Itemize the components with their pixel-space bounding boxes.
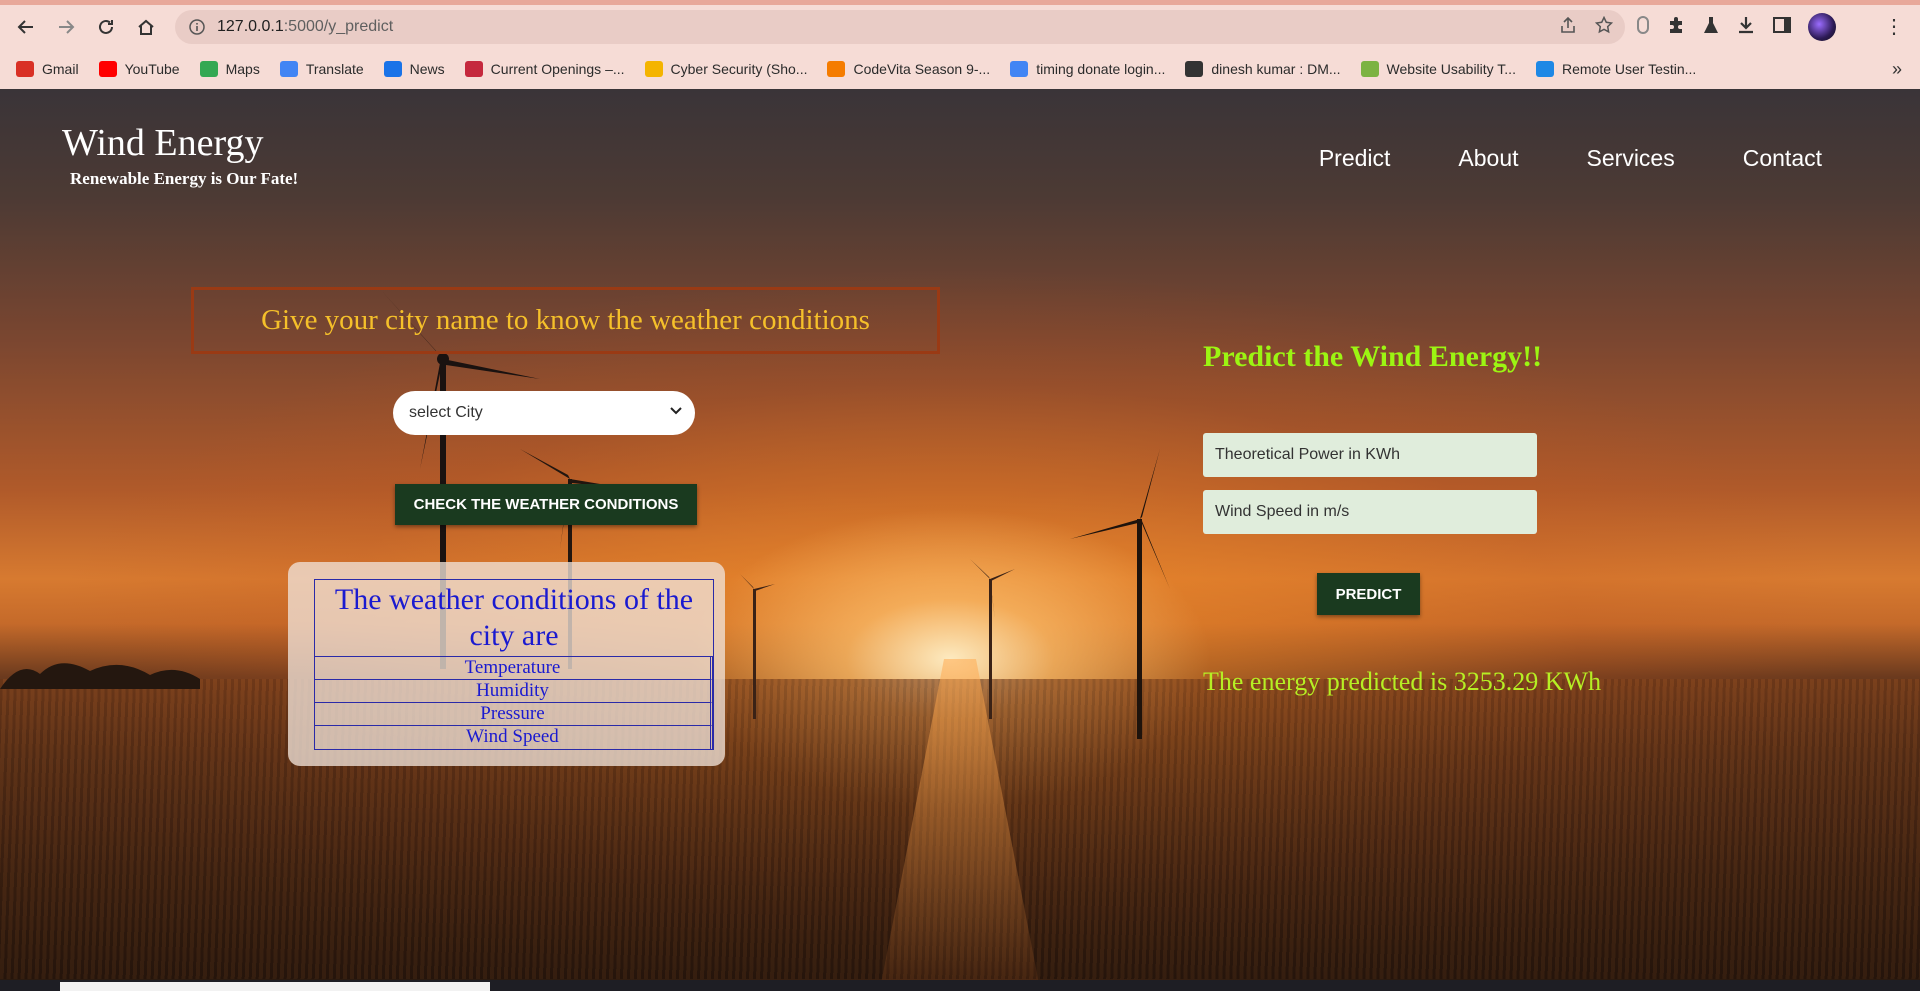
bookmark-item[interactable]: timing donate login... [1010, 61, 1165, 77]
bookmark-label: News [409, 61, 445, 77]
home-icon[interactable] [126, 7, 166, 47]
bookmark-label: Current Openings –... [490, 61, 625, 77]
predict-title: Predict the Wind Energy!! [1203, 340, 1543, 373]
labs-flask-icon[interactable] [1702, 15, 1720, 40]
wind-speed-input[interactable]: Wind Speed in m/s [1203, 490, 1537, 534]
omnibox-actions [1559, 10, 1614, 44]
weather-table: The weather conditions of the city are T… [314, 579, 714, 750]
tree-line-illustration [0, 663, 200, 689]
taskbar-search[interactable] [60, 982, 490, 991]
globe-icon [1185, 61, 1204, 77]
weather-row-humidity: Humidity [315, 680, 713, 703]
maps-icon [199, 61, 218, 77]
weather-table-heading: The weather conditions of the city are [315, 580, 713, 657]
bookmark-item[interactable]: Website Usability T... [1360, 61, 1516, 77]
check-weather-button[interactable]: CHECK THE WEATHER CONDITIONS [395, 484, 697, 525]
bookmark-label: Translate [305, 61, 364, 77]
extension-ring-icon[interactable] [1636, 15, 1650, 40]
os-taskbar [0, 980, 1920, 991]
forward-icon[interactable] [46, 7, 86, 47]
bookmark-label: Gmail [42, 61, 79, 77]
bookmark-star-icon[interactable] [1594, 15, 1614, 39]
bookmark-item[interactable]: News [383, 61, 445, 77]
news-icon [383, 61, 402, 77]
brand-title: Wind Energy [62, 122, 264, 164]
address-bar[interactable]: 127.0.0.1:5000/y_predict [175, 10, 1625, 44]
youtube-icon [98, 61, 117, 77]
weather-row-temperature: Temperature [315, 657, 713, 680]
reload-icon[interactable] [86, 7, 126, 47]
bookmarks-bar: Gmail YouTube Maps Translate News Current Ope… [0, 49, 1920, 89]
url-path: :5000/y_predict [283, 18, 394, 35]
brand: Wind Energy Renewable Energy is Our Fate… [62, 121, 298, 189]
theoretical-power-input[interactable]: Theoretical Power in KWh [1203, 433, 1537, 477]
extensions-area [1636, 10, 1836, 44]
site-info-icon[interactable] [187, 17, 207, 37]
weather-row-wind-speed: Wind Speed [315, 726, 713, 749]
bookmark-item[interactable]: dinesh kumar : DM... [1185, 61, 1341, 77]
wind-turbine-far-illustration [970, 559, 1015, 719]
nav-contact[interactable]: Contact [1743, 145, 1822, 172]
download-icon[interactable] [1736, 15, 1756, 40]
bookmark-item[interactable]: CodeVita Season 9-... [827, 61, 990, 77]
google-icon [1010, 61, 1029, 77]
city-select[interactable]: select City [393, 391, 695, 435]
bookmark-item[interactable]: Remote User Testin... [1535, 61, 1697, 77]
side-panel-icon[interactable] [1772, 15, 1792, 40]
current-openings-icon [464, 61, 483, 77]
city-weather-heading: Give your city name to know the weather … [191, 287, 940, 354]
weather-results-card: The weather conditions of the city are T… [288, 562, 725, 766]
bookmark-item[interactable]: Cyber Security (Sho... [644, 61, 808, 77]
usability-icon [1360, 61, 1379, 77]
bookmark-item[interactable]: Current Openings –... [464, 61, 625, 77]
back-icon[interactable] [6, 7, 46, 47]
browser-toolbar: 127.0.0.1:5000/y_predict ⋮ [0, 5, 1920, 49]
bookmark-label: Maps [225, 61, 260, 77]
bookmark-label: Website Usability T... [1386, 61, 1516, 77]
bookmark-item[interactable]: Translate [279, 61, 364, 77]
city-select-value: select City [409, 404, 483, 421]
city-weather-heading-text: Give your city name to know the weather … [261, 304, 870, 336]
bookmarks-overflow-icon[interactable]: » [1892, 59, 1902, 80]
translate-icon [279, 61, 298, 77]
url-host: 127.0.0.1 [217, 18, 284, 35]
bookmark-label: Cyber Security (Sho... [670, 61, 808, 77]
prediction-result: The energy predicted is 3253.29 KWh [1203, 667, 1602, 696]
nav-about[interactable]: About [1458, 145, 1518, 172]
bookmark-label: Remote User Testin... [1561, 61, 1697, 77]
shield-icon [644, 61, 663, 77]
remote-testing-icon [1535, 61, 1554, 77]
share-icon[interactable] [1559, 16, 1577, 39]
profile-avatar[interactable] [1808, 13, 1836, 41]
chevron-down-icon [669, 403, 683, 420]
nav-buttons [6, 7, 166, 47]
bookmark-label: dinesh kumar : DM... [1211, 61, 1341, 77]
gmail-icon [16, 61, 34, 77]
bookmark-item[interactable]: YouTube [98, 61, 180, 77]
browser-menu-icon[interactable]: ⋮ [1884, 17, 1904, 37]
url-text: 127.0.0.1:5000/y_predict [217, 18, 393, 36]
bookmark-item[interactable]: Gmail [16, 61, 79, 77]
nav-predict[interactable]: Predict [1319, 145, 1391, 172]
site-nav: Predict About Services Contact [1319, 145, 1822, 172]
page-hero: Wind Energy Renewable Energy is Our Fate… [0, 89, 1920, 980]
extensions-puzzle-icon[interactable] [1666, 15, 1686, 40]
wind-turbine-small-illustration [740, 574, 775, 719]
brand-subtitle: Renewable Energy is Our Fate! [70, 169, 299, 188]
bookmark-label: YouTube [124, 61, 180, 77]
nav-services[interactable]: Services [1587, 145, 1675, 172]
codevita-icon [827, 61, 846, 77]
weather-row-pressure: Pressure [315, 703, 713, 726]
predict-button[interactable]: PREDICT [1317, 573, 1420, 615]
bookmark-label: timing donate login... [1036, 61, 1166, 77]
bookmark-label: CodeVita Season 9-... [853, 61, 991, 77]
bookmark-item[interactable]: Maps [199, 61, 260, 77]
